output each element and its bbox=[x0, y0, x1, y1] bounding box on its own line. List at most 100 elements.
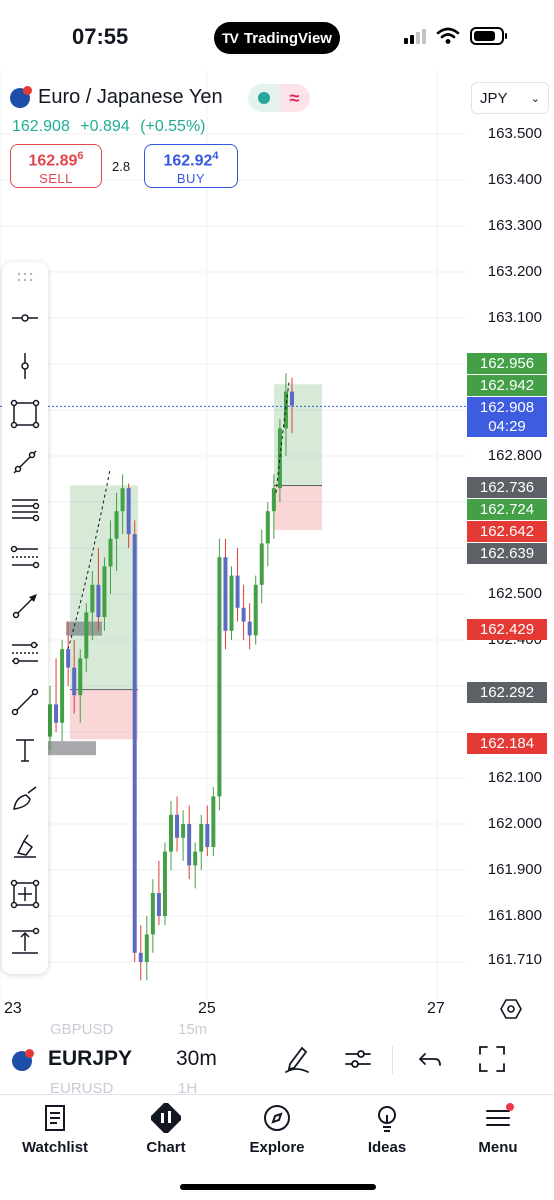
gann-fan-icon[interactable] bbox=[2, 634, 48, 674]
signal-icon bbox=[404, 28, 426, 44]
candle-body bbox=[223, 557, 228, 631]
time-tick: 27 bbox=[427, 1000, 445, 1017]
eurjpy-flag-icon bbox=[12, 1049, 34, 1071]
lightbulb-icon bbox=[378, 1106, 396, 1132]
eurjpy-flag-icon bbox=[10, 85, 32, 108]
price-tick: 162.000 bbox=[487, 815, 542, 832]
drawing-pen-icon[interactable] bbox=[282, 1044, 312, 1074]
nav-ideas[interactable]: Ideas bbox=[332, 1103, 442, 1156]
candle-body bbox=[217, 557, 222, 797]
price-badge-red-2: 162.429 bbox=[467, 619, 547, 640]
rectangle-icon[interactable] bbox=[2, 394, 48, 434]
price-badge-entry-2: 162.292 bbox=[467, 682, 547, 703]
candle-body bbox=[205, 824, 210, 847]
sell-price-pip: 6 bbox=[77, 150, 84, 162]
nav-watchlist[interactable]: Watchlist bbox=[0, 1103, 110, 1156]
candle-body bbox=[90, 584, 95, 613]
indicators-icon[interactable] bbox=[343, 1044, 373, 1074]
nav-label: Chart bbox=[146, 1139, 186, 1156]
ghost-prev-timeframe: 15m bbox=[178, 1021, 208, 1038]
compass-icon bbox=[264, 1105, 290, 1131]
spread-value: 2.8 bbox=[112, 159, 131, 174]
candle-body bbox=[96, 584, 101, 617]
nav-label: Watchlist bbox=[21, 1139, 89, 1156]
trend-angle-icon[interactable] bbox=[2, 682, 48, 722]
sell-label: SELL bbox=[39, 171, 73, 187]
horizontal-ray-icon[interactable] bbox=[2, 298, 48, 338]
price-change-line: 162.908 +0.894 (+0.55%) bbox=[12, 118, 212, 136]
candle-body bbox=[48, 704, 52, 737]
symbol-header[interactable]: Euro / Japanese Yen bbox=[10, 85, 223, 109]
candle-body bbox=[132, 534, 137, 953]
symbol-selector[interactable]: EURJPY bbox=[48, 1047, 132, 1071]
brush-icon[interactable] bbox=[2, 778, 48, 818]
candle-body bbox=[150, 893, 155, 935]
buy-price: 162.92 bbox=[163, 152, 213, 170]
price-range-icon[interactable] bbox=[2, 922, 48, 962]
price-change: +0.894 bbox=[80, 118, 130, 135]
nav-chart[interactable]: Chart bbox=[111, 1103, 221, 1156]
undo-icon[interactable] bbox=[415, 1044, 445, 1074]
pitchfork-icon[interactable] bbox=[2, 538, 48, 578]
sell-button[interactable]: 162.896 SELL bbox=[10, 144, 102, 188]
candle-body bbox=[60, 649, 65, 723]
candle-body bbox=[235, 575, 240, 608]
nav-label: Explore bbox=[249, 1139, 305, 1156]
vertical-line-icon[interactable] bbox=[2, 346, 48, 386]
timeframe-selector[interactable]: 30m bbox=[176, 1047, 217, 1071]
time-tick: 25 bbox=[198, 1000, 216, 1017]
time-tick: 23 bbox=[4, 1000, 22, 1017]
candle-body bbox=[72, 667, 77, 696]
candle-body bbox=[241, 607, 246, 622]
arrow-icon[interactable] bbox=[2, 586, 48, 626]
sell-price: 162.89 bbox=[28, 152, 78, 170]
highlighter-icon[interactable] bbox=[2, 826, 48, 866]
battery-icon bbox=[470, 27, 507, 45]
market-open-dot-icon bbox=[257, 92, 270, 104]
buy-button[interactable]: 162.924 BUY bbox=[144, 144, 238, 188]
candle-body bbox=[253, 584, 258, 636]
chart-settings-icon[interactable] bbox=[500, 998, 522, 1020]
candle-body bbox=[102, 566, 107, 617]
market-status-chip[interactable]: ≈ bbox=[248, 84, 310, 112]
toolbar-divider bbox=[392, 1046, 393, 1074]
measure-icon[interactable] bbox=[2, 874, 48, 914]
candle-body bbox=[162, 851, 167, 916]
price-tick: 163.200 bbox=[487, 263, 542, 280]
text-icon[interactable] bbox=[2, 730, 48, 770]
candle-body bbox=[211, 796, 216, 847]
price-tick: 163.500 bbox=[487, 125, 542, 142]
nav-label: Ideas bbox=[367, 1139, 407, 1156]
candle-body bbox=[265, 511, 270, 544]
price-tick: 162.100 bbox=[487, 769, 542, 786]
candle-body bbox=[271, 488, 276, 512]
nav-explore[interactable]: Explore bbox=[222, 1103, 332, 1156]
long-position-stop-zone bbox=[274, 485, 322, 531]
candle-body bbox=[144, 934, 149, 962]
wifi-icon bbox=[436, 27, 460, 44]
nav-menu[interactable]: Menu bbox=[443, 1103, 553, 1156]
price-change-pct: (+0.55%) bbox=[140, 118, 206, 135]
current-price-badge: 162.908 04:29 bbox=[467, 397, 547, 437]
symbol-full-name: Euro / Japanese Yen bbox=[38, 86, 223, 108]
candle-body bbox=[187, 824, 192, 866]
price-tick: 161.900 bbox=[487, 861, 542, 878]
price-tick: 161.710 bbox=[487, 951, 542, 968]
candle-body bbox=[193, 851, 198, 866]
price-badge-green: 162.724 bbox=[467, 499, 547, 520]
drawing-toolbar bbox=[2, 262, 48, 974]
tradingview-logo-icon: TV bbox=[222, 30, 239, 46]
currency-select[interactable]: JPY ⌄ bbox=[471, 82, 549, 114]
candle-body bbox=[199, 824, 204, 852]
zone-label bbox=[66, 621, 102, 636]
drag-handle-icon[interactable] bbox=[17, 272, 33, 282]
delayed-data-icon: ≈ bbox=[279, 84, 310, 112]
trend-line-icon[interactable] bbox=[2, 442, 48, 482]
tradingview-pill: TV TradingView bbox=[214, 22, 340, 54]
chevron-down-icon: ⌄ bbox=[530, 92, 540, 105]
last-price: 162.908 bbox=[12, 118, 70, 135]
fib-retracement-icon[interactable] bbox=[2, 490, 48, 530]
zone-label bbox=[48, 741, 96, 756]
status-time: 07:55 bbox=[72, 24, 129, 49]
fullscreen-icon[interactable] bbox=[477, 1044, 507, 1074]
